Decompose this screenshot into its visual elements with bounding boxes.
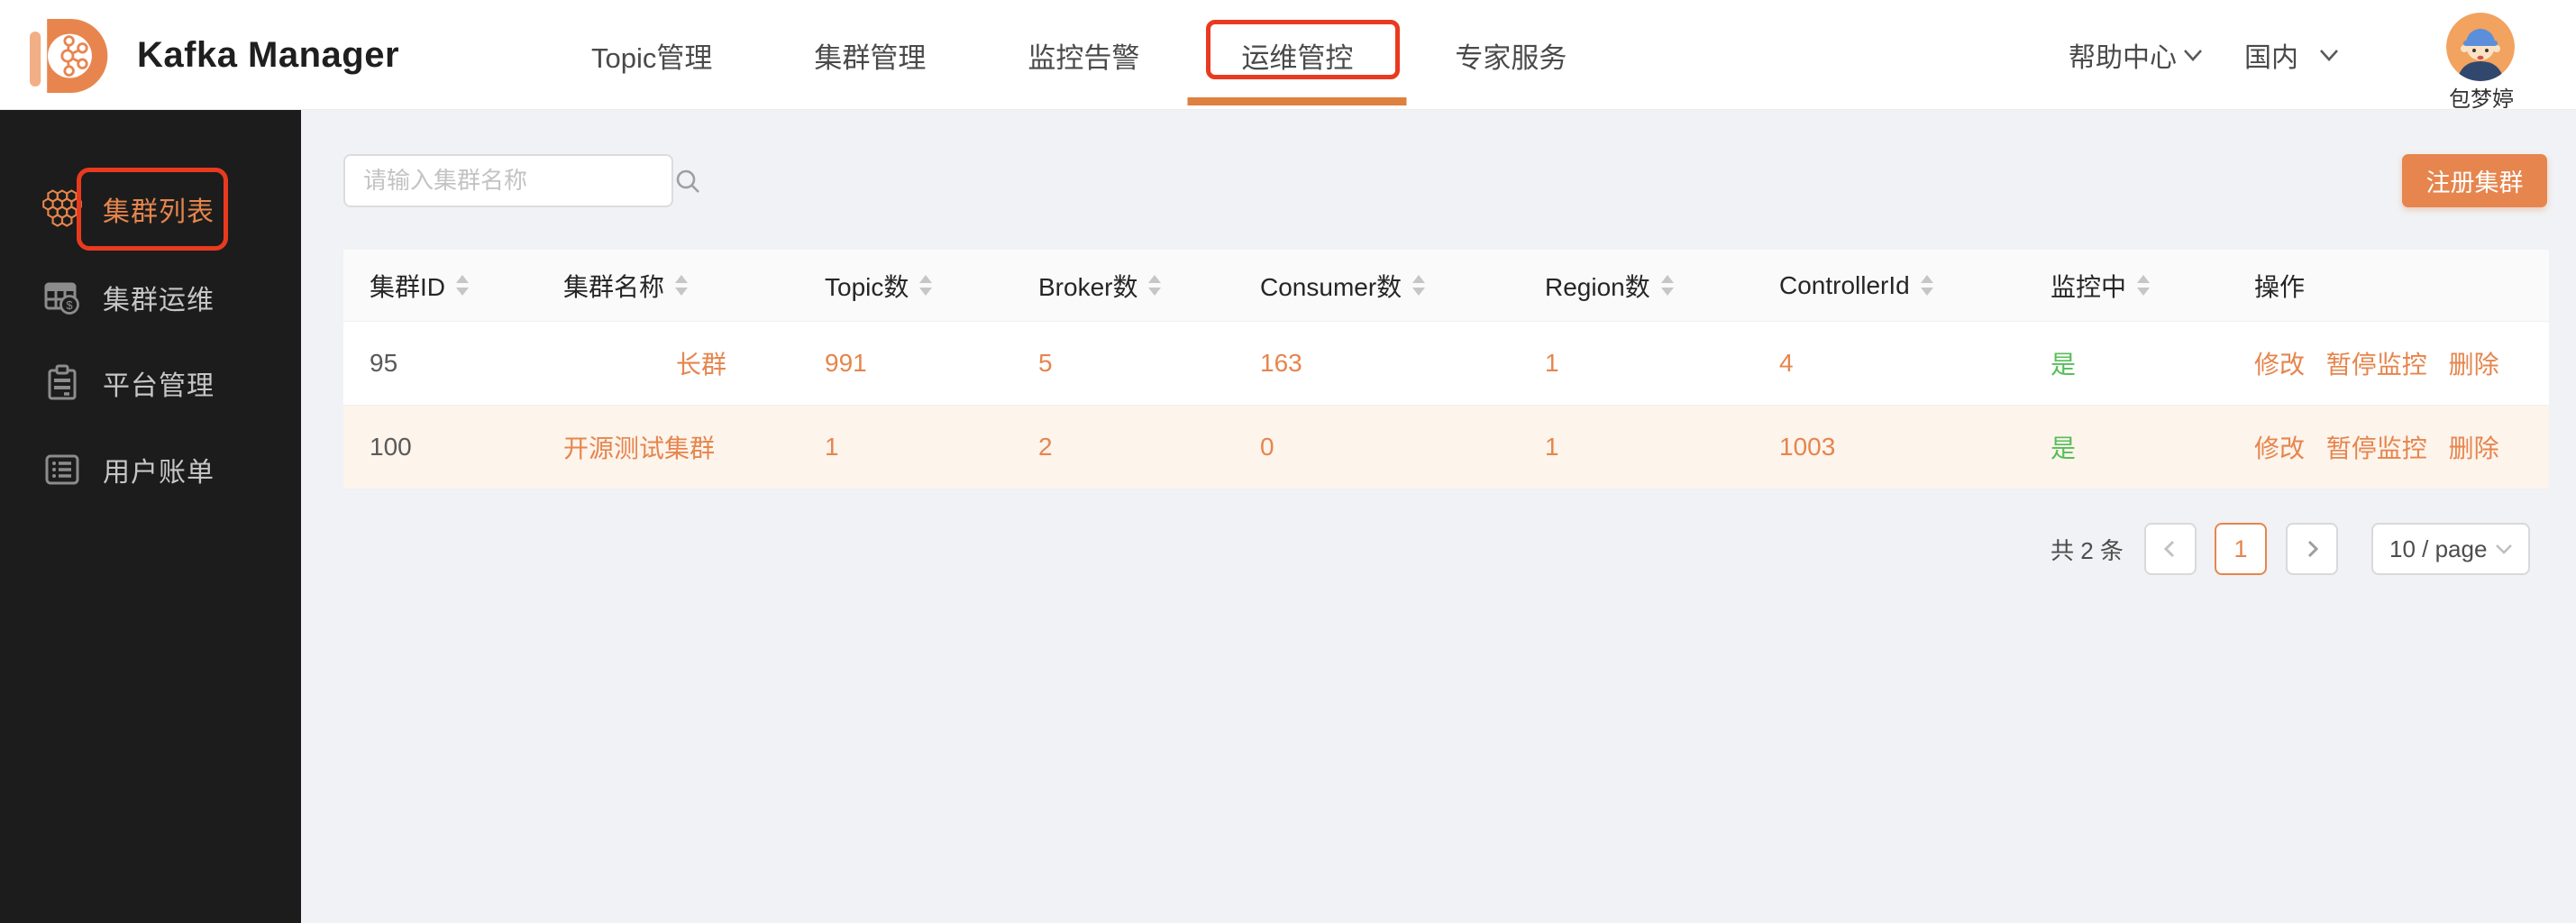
register-cluster-button[interactable]: 注册集群 xyxy=(2402,154,2547,207)
nav-topic-management[interactable]: Topic管理 xyxy=(591,35,712,76)
page-size-label: 10 / page xyxy=(2389,535,2488,562)
column-header-controller-id[interactable]: ControllerId xyxy=(1779,271,2051,300)
column-header-consumers[interactable]: Consumer数 xyxy=(1260,268,1545,304)
cluster-search-input[interactable] xyxy=(345,156,674,206)
delete-link[interactable]: 删除 xyxy=(2449,434,2499,462)
cluster-search-box xyxy=(343,154,699,207)
pagination-next-button[interactable] xyxy=(2286,523,2338,575)
avatar-cartoon-icon xyxy=(2446,13,2515,81)
cell-topics: 991 xyxy=(825,349,867,377)
cell-controller-id: 4 xyxy=(1779,349,1794,377)
user-name: 包梦婷 xyxy=(2449,87,2514,112)
sort-carets-icon xyxy=(1660,275,1674,296)
sidebar-item-cluster-ops[interactable]: $ 集群运维 xyxy=(0,269,301,326)
pause-monitor-link[interactable]: 暂停监控 xyxy=(2326,434,2427,462)
table-row: 100 开源测试集群 1 2 0 1 1003 是 修改 暂停监控 删除 xyxy=(343,406,2549,489)
cell-monitored: 是 xyxy=(2051,351,2077,379)
app-title: Kafka Manager xyxy=(137,34,400,75)
nav-expert-service[interactable]: 专家服务 xyxy=(1455,35,1567,76)
cell-regions: 1 xyxy=(1545,433,1559,461)
cell-regions: 1 xyxy=(1545,349,1559,377)
pagination-prev-button[interactable] xyxy=(2144,523,2197,575)
sidebar-item-platform-management[interactable]: 平台管理 xyxy=(0,354,301,412)
sidebar-item-label: 集群运维 xyxy=(103,286,215,315)
pagination-page-1[interactable]: 1 xyxy=(2215,523,2267,575)
sidebar-item-user-billing[interactable]: 用户账单 xyxy=(0,441,301,498)
cluster-table: 集群ID 集群名称 Topic数 Broker数 Consumer数 Regio… xyxy=(343,250,2549,489)
cell-brokers: 2 xyxy=(1038,433,1053,461)
column-header-brokers[interactable]: Broker数 xyxy=(1038,268,1260,304)
pagination-total: 共 2 条 xyxy=(2051,536,2124,564)
cell-brokers: 5 xyxy=(1038,349,1053,377)
column-header-cluster-id[interactable]: 集群ID xyxy=(343,268,563,304)
kafka-manager-app: Kafka Manager Topic管理 集群管理 监控告警 运维管控 专家服… xyxy=(0,0,2576,923)
sort-carets-icon xyxy=(2137,275,2151,296)
sort-carets-icon xyxy=(1412,275,1426,296)
brand: Kafka Manager xyxy=(23,0,399,110)
search-icon[interactable] xyxy=(674,168,701,195)
help-center-menu[interactable]: 帮助中心 xyxy=(2069,0,2204,110)
honeycomb-cluster-icon xyxy=(42,189,82,227)
cell-actions: 修改 暂停监控 删除 xyxy=(2254,345,2549,381)
nav-monitor-alert[interactable]: 监控告警 xyxy=(1028,35,1139,76)
svg-text:$: $ xyxy=(66,298,73,312)
cell-cluster-name[interactable]: 开源测试集群 xyxy=(563,429,825,465)
list-icon xyxy=(45,454,79,485)
sidebar-item-label: 用户账单 xyxy=(103,458,215,488)
chevron-down-icon xyxy=(2320,50,2338,61)
chevron-down-icon xyxy=(2184,50,2202,61)
chevron-right-icon xyxy=(2307,540,2319,558)
chevron-down-icon xyxy=(2496,544,2512,554)
edit-link[interactable]: 修改 xyxy=(2254,351,2305,379)
cell-cluster-id: 95 xyxy=(370,349,398,377)
nav-cluster-management[interactable]: 集群管理 xyxy=(814,35,926,76)
cell-topics: 1 xyxy=(825,433,839,461)
sort-carets-icon xyxy=(919,275,933,296)
sort-carets-icon xyxy=(1920,275,1933,296)
cell-consumers: 0 xyxy=(1260,433,1274,461)
column-header-actions: 操作 xyxy=(2254,272,2306,301)
user-avatar[interactable] xyxy=(2446,13,2515,81)
column-header-regions[interactable]: Region数 xyxy=(1545,268,1779,304)
column-header-monitored[interactable]: 监控中 xyxy=(2051,268,2254,304)
region-label: 国内 xyxy=(2244,43,2298,73)
pause-monitor-link[interactable]: 暂停监控 xyxy=(2326,351,2427,379)
table-row: 95 长群 991 5 163 1 4 是 修改 暂停监控 删除 xyxy=(343,322,2549,406)
chevron-left-icon xyxy=(2163,540,2175,558)
cell-monitored: 是 xyxy=(2051,434,2077,462)
table-header-row: 集群ID 集群名称 Topic数 Broker数 Consumer数 Regio… xyxy=(343,250,2549,322)
app-logo-icon xyxy=(29,18,108,94)
delete-link[interactable]: 删除 xyxy=(2449,351,2499,379)
clipboard-icon xyxy=(48,364,77,400)
sort-carets-icon xyxy=(456,275,470,296)
cell-actions: 修改 暂停监控 删除 xyxy=(2254,429,2549,465)
main-content: 注册集群 集群ID 集群名称 Topic数 Broker数 Consumer数 … xyxy=(301,110,2576,923)
sidebar-item-label: 集群列表 xyxy=(103,197,215,227)
help-center-label: 帮助中心 xyxy=(2069,43,2177,73)
cell-controller-id: 1003 xyxy=(1779,433,1836,461)
billing-table-icon: $ xyxy=(44,282,79,315)
sort-carets-icon xyxy=(1148,275,1162,296)
main-nav: Topic管理 集群管理 监控告警 运维管控 专家服务 xyxy=(591,0,1567,110)
sidebar-item-cluster-list[interactable]: 集群列表 xyxy=(0,180,301,238)
column-header-topics[interactable]: Topic数 xyxy=(825,268,1038,304)
sidebar: 集群列表 $ 集群运维 平台管理 用户账单 xyxy=(0,110,301,923)
sidebar-item-label: 平台管理 xyxy=(103,371,215,401)
region-selector[interactable]: 国内 xyxy=(2244,0,2340,110)
cell-cluster-id: 100 xyxy=(370,433,412,461)
topbar: Kafka Manager Topic管理 集群管理 监控告警 运维管控 专家服… xyxy=(0,0,2576,112)
column-header-cluster-name[interactable]: 集群名称 xyxy=(563,268,825,304)
cell-consumers: 163 xyxy=(1260,349,1302,377)
sort-carets-icon xyxy=(675,275,689,296)
page-size-select[interactable]: 10 / page xyxy=(2371,523,2530,575)
edit-link[interactable]: 修改 xyxy=(2254,434,2305,462)
nav-ops-control[interactable]: 运维管控 xyxy=(1241,35,1353,76)
cell-cluster-name[interactable]: 长群 xyxy=(563,345,825,381)
